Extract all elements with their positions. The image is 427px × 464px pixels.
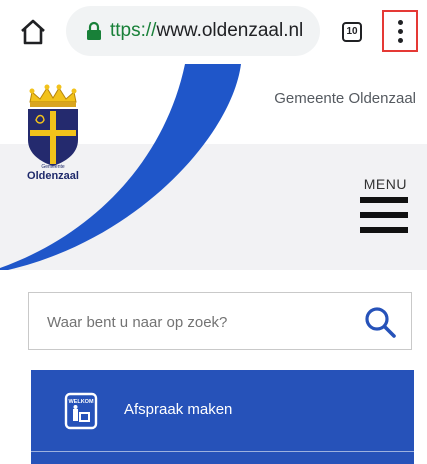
hamburger-bar bbox=[360, 212, 408, 218]
hamburger-menu-icon[interactable] bbox=[360, 197, 408, 237]
home-icon[interactable] bbox=[18, 17, 48, 47]
tile-label: Afspraak maken bbox=[124, 401, 233, 418]
municipality-name: Gemeente Oldenzaal bbox=[274, 90, 416, 107]
menu-dot bbox=[398, 29, 403, 34]
search-icon[interactable] bbox=[363, 305, 397, 339]
tab-switcher-button[interactable]: 10 bbox=[342, 22, 362, 42]
menu-dot bbox=[398, 38, 403, 43]
menu-label[interactable]: MENU bbox=[364, 176, 407, 192]
hamburger-bar bbox=[360, 197, 408, 203]
welcome-sign-icon: WELKOM bbox=[64, 392, 98, 430]
search-input[interactable] bbox=[45, 293, 349, 351]
hamburger-bar bbox=[360, 227, 408, 233]
address-bar[interactable]: ttps://www.oldenzaal.nl bbox=[66, 6, 320, 56]
url-scheme: ttps:// bbox=[110, 20, 157, 41]
welcome-sign-text: WELKOM bbox=[68, 399, 93, 405]
url-text: ttps://www.oldenzaal.nl bbox=[110, 20, 303, 42]
lock-icon bbox=[87, 21, 101, 40]
logo-caption: Oldenzaal bbox=[27, 170, 79, 182]
site-header: Gemeente Oldenzaal Gemeente Oldenzaal ME… bbox=[0, 64, 427, 270]
more-vert-icon[interactable] bbox=[382, 10, 418, 52]
tab-count: 10 bbox=[346, 26, 358, 37]
menu-dot bbox=[398, 20, 403, 25]
url-host: www.oldenzaal.nl bbox=[156, 20, 304, 41]
browser-toolbar: ttps://www.oldenzaal.nl 10 bbox=[0, 0, 427, 64]
search-box bbox=[28, 292, 412, 351]
quick-links: WELKOM Afspraak maken bbox=[31, 370, 414, 464]
tile-afspraak-maken[interactable]: WELKOM Afspraak maken bbox=[31, 370, 414, 452]
